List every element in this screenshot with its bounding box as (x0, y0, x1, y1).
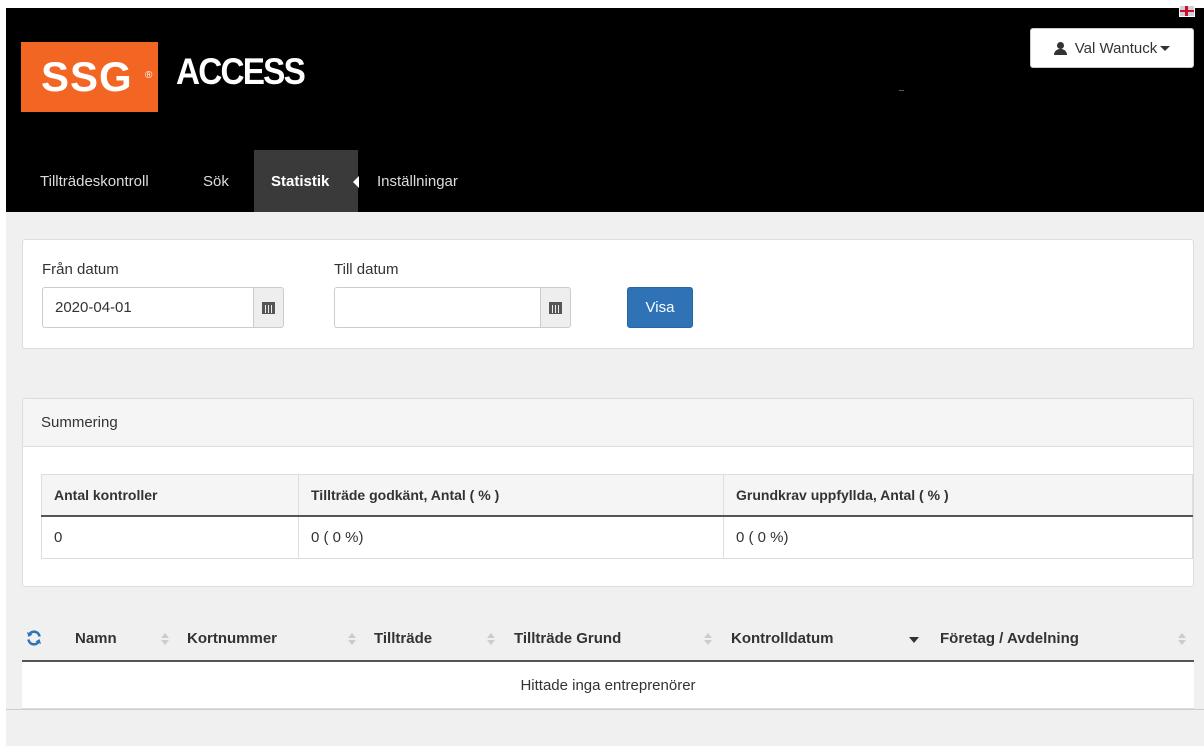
from-date-calendar-button[interactable] (253, 287, 284, 328)
to-date-group (334, 287, 571, 328)
to-date-calendar-button[interactable] (540, 287, 571, 328)
sort-icon[interactable] (348, 633, 356, 646)
calendar-icon (262, 301, 275, 314)
sort-icon[interactable] (161, 633, 169, 646)
caret-down-icon (1160, 45, 1171, 51)
summary-panel: Summering Antal kontroller Tillträde god… (22, 398, 1194, 587)
from-date-input[interactable] (42, 287, 253, 328)
summary-table: Antal kontroller Tillträde godkänt, Anta… (41, 474, 1193, 559)
refresh-icon[interactable] (26, 630, 42, 646)
summary-header: Grundkrav uppfyllda, Antal ( % ) (723, 474, 1193, 517)
nav-item-label: Sök (203, 173, 229, 190)
column-header-tilltrade[interactable]: Tillträde (374, 618, 432, 660)
column-header-namn[interactable]: Namn (75, 618, 117, 660)
table-row: 0 0 ( 0 %) 0 ( 0 %) (41, 515, 1193, 559)
nav-item-label: Tillträdeskontroll (40, 173, 149, 190)
summary-cell: 0 ( 0 %) (723, 515, 1193, 559)
show-button[interactable]: Visa (627, 287, 693, 328)
sort-icon[interactable] (704, 633, 712, 646)
nav-item-sok[interactable]: Sök (203, 150, 229, 212)
nav-item-tilltradeskontroll[interactable]: Tillträdeskontroll (40, 150, 149, 212)
from-date-label: Från datum (42, 261, 119, 278)
summary-header: Tillträde godkänt, Antal ( % ) (298, 474, 724, 517)
user-icon (1053, 41, 1067, 55)
uk-flag-icon[interactable] (1179, 5, 1195, 17)
divider (6, 709, 1204, 710)
page: SSG ® ACCESS Val Wantuck Tillträdeskontr… (6, 5, 1204, 746)
to-date-input[interactable] (334, 287, 540, 328)
user-menu-button[interactable]: Val Wantuck (1030, 28, 1194, 68)
summary-cell: 0 ( 0 %) (298, 515, 724, 559)
active-arrow-icon (353, 176, 359, 188)
grid-header: Namn Kortnummer Tillträde Tillträde Grun… (22, 618, 1194, 662)
header: SSG ® ACCESS Val Wantuck Tillträdeskontr… (6, 5, 1204, 212)
nav-item-label: Inställningar (377, 173, 458, 190)
column-header-kontrolldatum[interactable]: Kontrolldatum (731, 618, 834, 660)
logo-text: SSG (41, 53, 133, 100)
logo-registered-mark: ® (145, 70, 153, 81)
sort-icon[interactable] (1178, 633, 1186, 646)
sort-icon[interactable] (487, 633, 495, 646)
nav-item-statistik[interactable]: Statistik (254, 150, 359, 212)
column-header-tilltrade-grund[interactable]: Tillträde Grund (514, 618, 621, 660)
product-name: ACCESS (176, 51, 306, 92)
sort-desc-icon[interactable] (909, 637, 919, 643)
summary-header: Antal kontroller (41, 474, 299, 517)
calendar-icon (549, 301, 562, 314)
from-date-group (42, 287, 284, 328)
user-name: Val Wantuck (1074, 39, 1158, 57)
empty-message: Hittade inga entreprenörer (22, 662, 1194, 709)
column-header-foretag-avdelning[interactable]: Företag / Avdelning (940, 618, 1079, 660)
ssg-logo[interactable]: SSG ® (21, 42, 158, 112)
nav-item-installningar[interactable]: Inställningar (377, 150, 458, 212)
to-date-label: Till datum (334, 261, 399, 278)
summary-title: Summering (23, 399, 1193, 447)
column-header-kortnummer[interactable]: Kortnummer (187, 618, 277, 660)
nav-item-label: Statistik (271, 173, 330, 190)
divider (899, 90, 904, 91)
summary-cell: 0 (41, 515, 299, 559)
